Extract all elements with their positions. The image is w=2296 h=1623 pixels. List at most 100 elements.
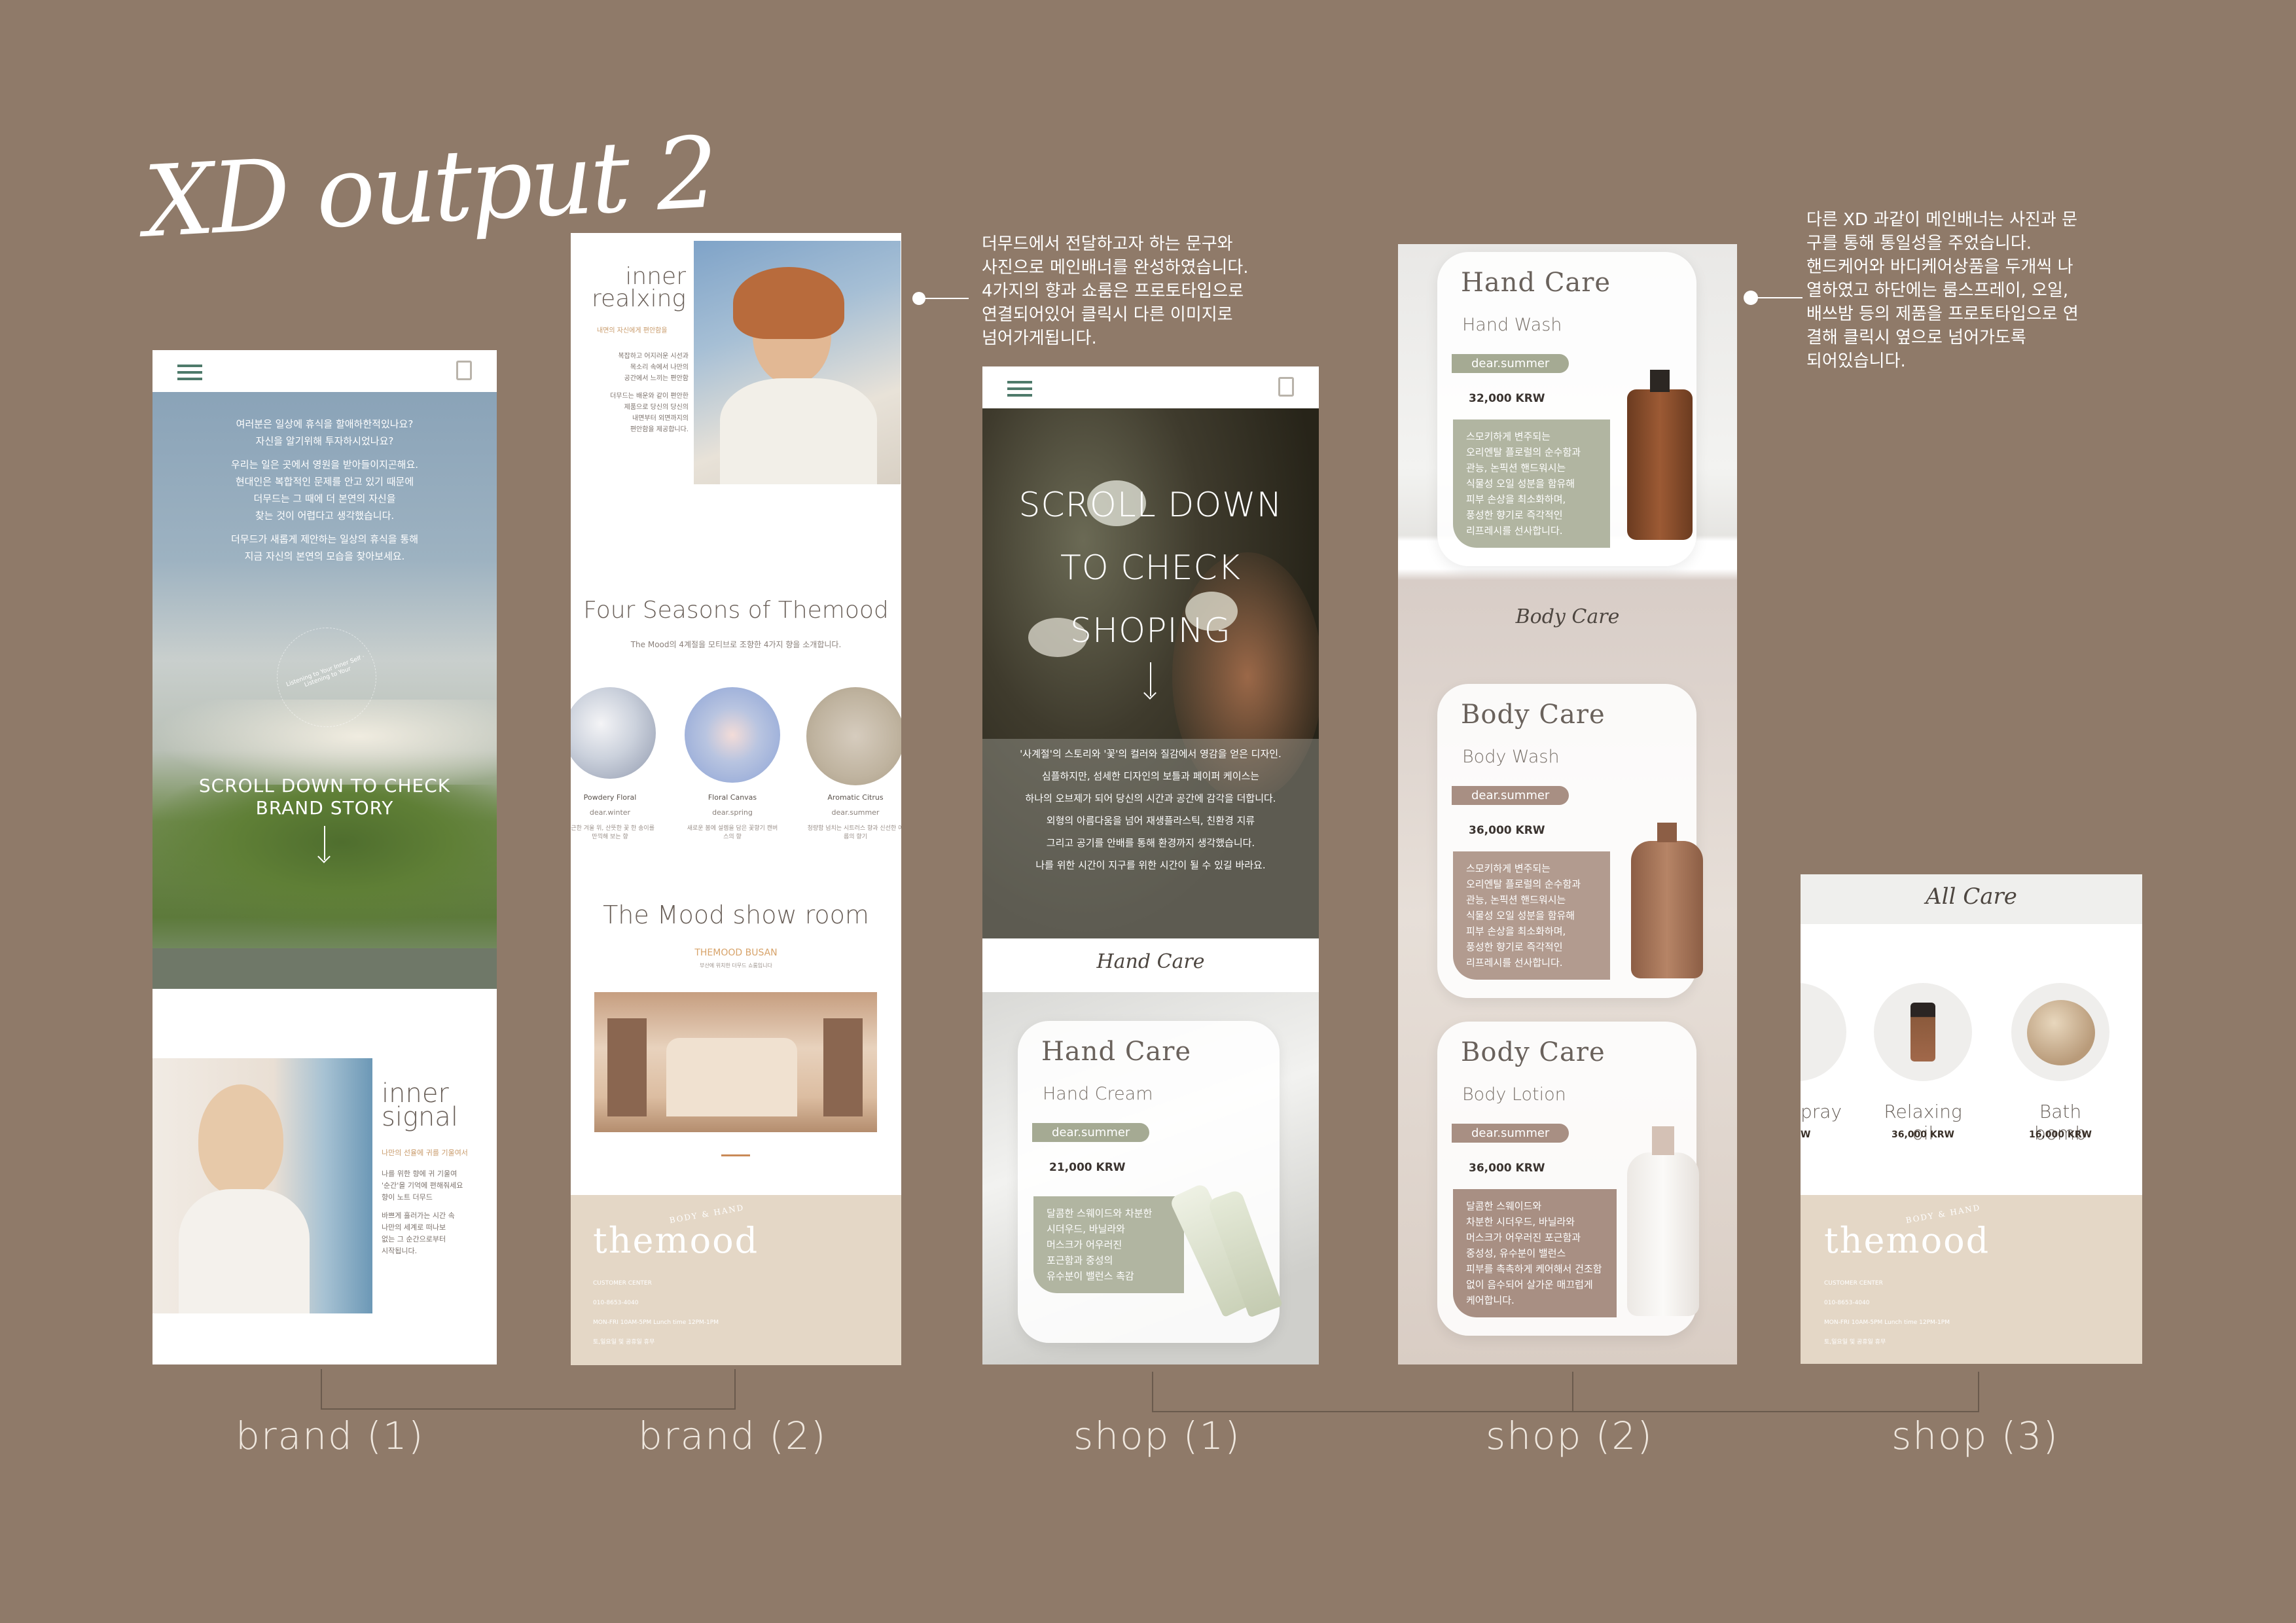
brand1-screen: 여러분은 일상에 휴식을 할애하한적있나요? 자신을 알기위해 투자하시었나요? … bbox=[152, 350, 497, 1364]
inner-signal-accent: 나만의 선율에 귀를 기울여서 bbox=[382, 1149, 468, 1157]
menu-icon[interactable] bbox=[1007, 381, 1032, 397]
footer-info: CUSTOMER CENTER 010-8653-4040 MON-FRI 10AM… bbox=[1824, 1280, 1950, 1346]
oil-bottle-image bbox=[1910, 1003, 1935, 1061]
shop2-note: 다른 XD 과같이 메인배너는 사진과 문 구를 통해 통일성을 주었습니다. 핸드… bbox=[1806, 210, 2079, 371]
shop1-overlay-text: '사계절'의 스토리와 '꽃'의 컬러와 질감에서 영감을 얻은 디자인. 심플… bbox=[982, 739, 1319, 938]
circle-text-badge: Listening to Your Inner Self · Listening… bbox=[277, 628, 376, 727]
bath-bomb-image bbox=[2027, 1000, 2095, 1065]
product-card-hand-wash[interactable]: Hand Care Hand Wash dear.summer 32,000 K… bbox=[1437, 252, 1696, 566]
hand-wash-bottle-image bbox=[1627, 389, 1693, 540]
product-card-body-wash[interactable]: Body Care Body Wash dear.summer 36,000 K… bbox=[1437, 684, 1703, 998]
carousel-indicator[interactable] bbox=[721, 1154, 750, 1156]
shop3-footer: BODY & HAND themood CUSTOMER CENTER 010-8… bbox=[1801, 1195, 2142, 1364]
card-description: 달콤한 스웨이드와 차분한 시더우드, 바닐라와 머스크가 어우러진 포근함과 중성성… bbox=[1453, 1189, 1617, 1317]
caption-shop2: shop (2) bbox=[1486, 1414, 1653, 1458]
seasons-subtitle: The Mood의 4계절을 모티브로 조향한 4가지 향을 소개합니다. bbox=[630, 640, 842, 649]
product-card-hand-cream[interactable]: Hand Care Hand Cream dear.summer 21,000 … bbox=[1018, 1021, 1283, 1343]
portrait-head bbox=[198, 1084, 283, 1196]
showroom-photo[interactable] bbox=[594, 992, 877, 1132]
card-title: Hand Care bbox=[1461, 268, 1611, 298]
shop1-hero: SCROLL DOWN TO CHECK SHOPING '사계절'의 스토리와 '… bbox=[982, 408, 1319, 938]
portrait-body bbox=[179, 1189, 310, 1313]
card-price: 36,000 KRW bbox=[1469, 1162, 1545, 1175]
inner-realxing-body: 복잡하고 어지러운 시선과 목소리 속에서 나만의 공간에서 느끼는 편안함 더무드… bbox=[610, 353, 689, 433]
footer-logo: themood bbox=[1824, 1220, 1990, 1261]
shopping-bag-icon[interactable] bbox=[1278, 377, 1294, 397]
portrait-shirt bbox=[720, 378, 877, 484]
inner-realxing-photo bbox=[694, 241, 901, 484]
card-title: Body Care bbox=[1461, 700, 1605, 730]
inner-realxing-accent: 내면의 자신에게 편안함을 bbox=[597, 327, 668, 334]
season-summer: Aromatic Citrus dear.summer 청량함 넘치는 시트러스 향… bbox=[807, 793, 901, 840]
shopping-bag-icon[interactable] bbox=[456, 361, 472, 380]
season-winter-image[interactable] bbox=[571, 687, 656, 779]
season-summer-image[interactable] bbox=[806, 687, 901, 785]
shop1-header bbox=[982, 366, 1319, 408]
season-spring-image[interactable] bbox=[685, 687, 780, 783]
portrait-hair bbox=[733, 267, 844, 339]
brand1-header bbox=[152, 350, 497, 392]
inner-signal-title: inner signal bbox=[382, 1079, 458, 1132]
card-tag: dear.summer bbox=[1452, 1124, 1570, 1143]
callout-line bbox=[1757, 297, 1803, 298]
card-price: 32,000 KRW bbox=[1469, 392, 1545, 405]
pump-cap bbox=[1652, 1126, 1674, 1155]
shop1-scroll-cta[interactable]: SCROLL DOWN TO CHECK SHOPING bbox=[982, 474, 1319, 696]
inner-signal-body: 나를 위한 향에 귀 기울여 '순간'을 기억에 편해줘세요 향이 노트 더무드 바… bbox=[382, 1169, 463, 1255]
caption-brand2: brand (2) bbox=[638, 1414, 827, 1458]
brand2-footer: BODY & HAND themood CUSTOMER CENTER 010-8… bbox=[571, 1195, 901, 1365]
shop-bracket bbox=[1152, 1372, 1979, 1412]
card-product-name: Body Wash bbox=[1462, 747, 1560, 767]
card-title: Body Care bbox=[1461, 1037, 1605, 1067]
shop2-section-title: Body Care bbox=[1515, 605, 1620, 628]
callout-dot bbox=[1744, 291, 1758, 305]
brand1-scroll-cta[interactable]: SCROLL DOWN TO CHECK BRAND STORY bbox=[152, 775, 497, 860]
caption-brand1: brand (1) bbox=[236, 1414, 425, 1458]
season-list: Powdery Floral dear.winter 포근한 겨울 위, 산뜻한 꽃… bbox=[571, 793, 901, 852]
showroom-counter bbox=[666, 1038, 797, 1116]
showroom-shelf bbox=[607, 1018, 647, 1116]
card-product-name: Body Lotion bbox=[1462, 1084, 1566, 1105]
showroom-caption: 부산에 위치한 더무드 쇼룸입니다 bbox=[700, 963, 772, 969]
arrow-down-icon bbox=[1150, 662, 1151, 696]
shop1-section-title: Hand Care bbox=[1096, 950, 1205, 973]
shop3-title: All Care bbox=[1926, 883, 2017, 910]
showroom-title: The Mood show room bbox=[603, 901, 869, 929]
brand1-hero: 여러분은 일상에 휴식을 할애하한적있나요? 자신을 알기위해 투자하시었나요? … bbox=[152, 392, 497, 989]
body-lotion-bottle-image bbox=[1627, 1152, 1699, 1316]
card-description: 스모키하게 변주되는 오리엔탈 플로럴의 순수함과 관능, 논픽션 핸드워시는 식물성… bbox=[1453, 851, 1610, 980]
shop3-item-oil-price: 36,000 KRW bbox=[1892, 1130, 1954, 1140]
product-thumb-bath-bomb[interactable] bbox=[2011, 983, 2109, 1081]
footer-info: CUSTOMER CENTER 010-8653-4040 MON-FRI 10AM… bbox=[593, 1280, 719, 1346]
pump-cap bbox=[1657, 823, 1677, 842]
callout-dot bbox=[912, 292, 925, 305]
season-spring: Floral Canvas dear.spring 새로운 봄에 설렘을 담은 꽃향… bbox=[687, 793, 778, 840]
inner-signal-photo bbox=[152, 1058, 372, 1313]
pump-cap bbox=[1650, 370, 1670, 392]
shop1-screen: SCROLL DOWN TO CHECK SHOPING '사계절'의 스토리와 '… bbox=[982, 366, 1319, 1364]
card-price: 36,000 KRW bbox=[1469, 824, 1545, 837]
brand1-intro-text: 여러분은 일상에 휴식을 할애하한적있나요? 자신을 알기위해 투자하시었나요? … bbox=[230, 418, 419, 562]
card-product-name: Hand Cream bbox=[1043, 1084, 1153, 1104]
product-card-body-lotion[interactable]: Body Care Body Lotion dear.summer 36,000… bbox=[1437, 1022, 1699, 1336]
water-shape bbox=[152, 948, 497, 989]
body-wash-bottle-image bbox=[1631, 841, 1703, 978]
seasons-title: Four Seasons of Themood bbox=[583, 597, 889, 624]
callout-line bbox=[924, 298, 969, 299]
footer-logo: themood bbox=[593, 1220, 759, 1261]
shop-bracket-center-tick bbox=[1572, 1372, 1573, 1411]
caption-shop3: shop (3) bbox=[1892, 1414, 2059, 1458]
card-product-name: Hand Wash bbox=[1462, 315, 1562, 335]
showroom-shelf bbox=[823, 1018, 863, 1116]
menu-icon[interactable] bbox=[177, 365, 202, 380]
inner-realxing-title: inner realxing bbox=[592, 263, 686, 312]
card-title: Hand Care bbox=[1041, 1037, 1192, 1067]
brand-bracket bbox=[321, 1369, 736, 1410]
product-thumb-relaxing-oil[interactable] bbox=[1874, 983, 1972, 1081]
showroom-subtitle: THEMOOD BUSAN bbox=[694, 948, 778, 958]
card-tag: dear.summer bbox=[1452, 786, 1570, 805]
product-thumb-room-spray[interactable] bbox=[1801, 983, 1846, 1081]
season-winter: Powdery Floral dear.winter 포근한 겨울 위, 산뜻한 꽃… bbox=[571, 793, 655, 840]
shop2-screen: Hand Care Hand Wash dear.summer 32,000 K… bbox=[1398, 244, 1737, 1364]
card-description: 달콤한 스웨이드와 차분한 시더우드, 바닐라와 머스크가 어우러진 포근함과 중성의… bbox=[1033, 1196, 1184, 1293]
